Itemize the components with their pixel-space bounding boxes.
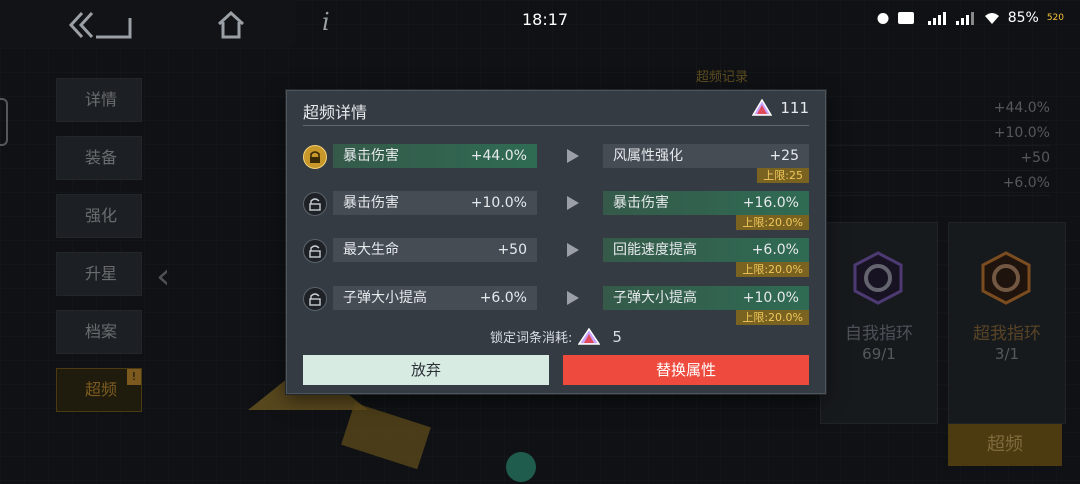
dialog-title: 超频详情 bbox=[303, 103, 368, 122]
currency-display: 111 bbox=[752, 99, 809, 117]
speed-badge: 520 bbox=[1046, 13, 1064, 23]
attribute-value: +44.0% bbox=[470, 148, 527, 164]
attribute-value: +6.0% bbox=[751, 242, 799, 258]
limit-badge: 上限:20.0% bbox=[736, 262, 809, 277]
give-up-button[interactable]: 放弃 bbox=[303, 355, 549, 385]
new-attribute: 回能速度提高 +6.0% 上限:20.0% bbox=[603, 238, 809, 277]
lock-toggle[interactable] bbox=[303, 239, 327, 263]
new-attribute: 风属性强化 +25 上限:25 bbox=[603, 144, 809, 183]
arrow-right-icon bbox=[567, 196, 579, 210]
arrow-right-icon bbox=[567, 243, 579, 257]
current-attribute: 暴击伤害 +10.0% bbox=[333, 191, 537, 215]
new-attribute: 子弹大小提高 +10.0% 上限:20.0% bbox=[603, 286, 809, 325]
attribute-value: +10.0% bbox=[470, 195, 527, 211]
attribute-value: +16.0% bbox=[742, 195, 799, 211]
current-attribute: 暴击伤害 +44.0% bbox=[333, 144, 537, 168]
overclock-detail-dialog: 超频详情 111 暴击伤害 +44.0% 风属性强化 +25 上限:25 暴击伤… bbox=[286, 90, 826, 394]
signal-icon bbox=[927, 11, 946, 25]
battery-percent: 85% bbox=[1007, 10, 1039, 26]
attribute-name: 暴击伤害 bbox=[343, 148, 399, 164]
attribute-row: 暴击伤害 +44.0% 风属性强化 +25 上限:25 bbox=[303, 144, 809, 184]
lock-icon bbox=[310, 151, 320, 163]
limit-badge: 上限:20.0% bbox=[736, 215, 809, 230]
attribute-name: 回能速度提高 bbox=[613, 242, 697, 258]
attribute-value: +50 bbox=[497, 242, 527, 258]
current-attribute: 最大生命 +50 bbox=[333, 238, 537, 262]
lock-cost-label: 锁定词条消耗: bbox=[490, 331, 573, 346]
attribute-name: 子弹大小提高 bbox=[613, 290, 697, 306]
signal-icon bbox=[955, 11, 974, 25]
unlock-icon bbox=[309, 198, 321, 211]
replace-attributes-button[interactable]: 替换属性 bbox=[563, 355, 809, 385]
limit-badge: 上限:25 bbox=[757, 168, 809, 183]
divider bbox=[303, 125, 809, 126]
current-attribute: 子弹大小提高 +6.0% bbox=[333, 286, 537, 310]
wifi-icon bbox=[984, 12, 999, 24]
attribute-value: +25 bbox=[769, 148, 799, 164]
unlock-icon bbox=[309, 293, 321, 306]
arrow-right-icon bbox=[567, 291, 579, 305]
attribute-row: 暴击伤害 +10.0% 暴击伤害 +16.0% 上限:20.0% bbox=[303, 191, 809, 231]
attribute-value: +6.0% bbox=[479, 290, 527, 306]
limit-badge: 上限:20.0% bbox=[736, 310, 809, 325]
attribute-value: +10.0% bbox=[742, 290, 799, 306]
arrow-right-icon bbox=[567, 149, 579, 163]
hd-icon bbox=[897, 12, 914, 24]
status-bar: 18:17 85% 520 bbox=[0, 0, 1080, 40]
lock-toggle[interactable] bbox=[303, 192, 327, 216]
attribute-name: 风属性强化 bbox=[613, 148, 683, 164]
status-time: 18:17 bbox=[522, 10, 569, 29]
new-attribute: 暴击伤害 +16.0% 上限:20.0% bbox=[603, 191, 809, 230]
unlock-icon bbox=[309, 245, 321, 258]
crystal-icon bbox=[752, 99, 773, 116]
lock-cost-value: 5 bbox=[612, 327, 622, 346]
attribute-row: 最大生命 +50 回能速度提高 +6.0% 上限:20.0% bbox=[303, 238, 809, 278]
lock-cost: 锁定词条消耗: 5 bbox=[287, 327, 825, 346]
attribute-name: 暴击伤害 bbox=[613, 195, 669, 211]
attribute-name: 子弹大小提高 bbox=[343, 290, 427, 306]
lock-toggle[interactable] bbox=[303, 145, 327, 169]
crystal-icon bbox=[578, 327, 601, 345]
currency-amount: 111 bbox=[780, 99, 809, 117]
attribute-name: 最大生命 bbox=[343, 242, 399, 258]
alarm-icon bbox=[877, 13, 889, 24]
lock-toggle[interactable] bbox=[303, 287, 327, 311]
status-icons: 85% 520 bbox=[876, 10, 1064, 26]
attribute-name: 暴击伤害 bbox=[343, 195, 399, 211]
attribute-row: 子弹大小提高 +6.0% 子弹大小提高 +10.0% 上限:20.0% bbox=[303, 286, 809, 326]
